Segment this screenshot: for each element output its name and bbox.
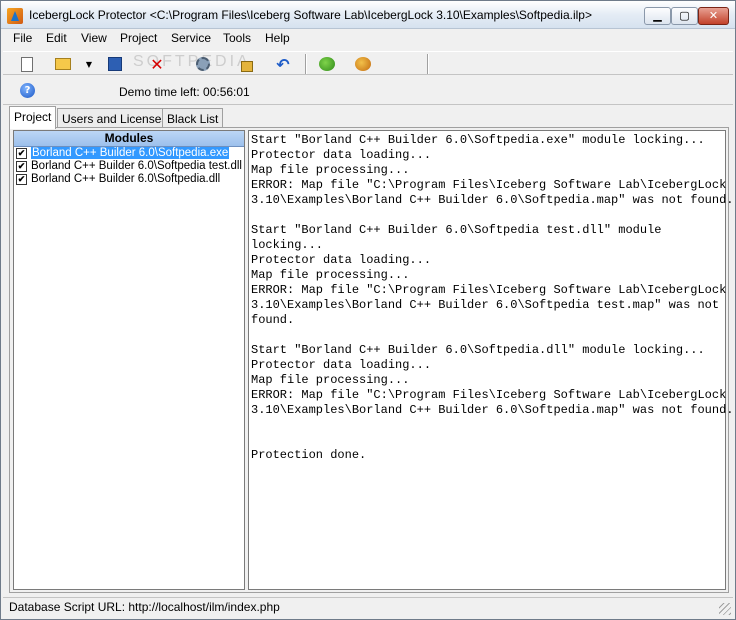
log-line: Map file processing...	[251, 373, 410, 387]
log-line: Protector data loading...	[251, 253, 432, 267]
title-bar[interactable]: IcebergLock Protector <C:\Program Files\…	[1, 1, 735, 29]
demo-time-label: Demo time left: 00:56:01	[119, 85, 250, 99]
log-line: 3.10\Examples\Borland C++ Builder 6.0\So…	[251, 193, 734, 207]
tab-black-list[interactable]: Black List	[162, 108, 224, 128]
settings-icon	[196, 57, 210, 71]
new-button[interactable]	[17, 54, 37, 74]
dropdown-arrow-icon: ▼	[85, 59, 93, 69]
tab-project[interactable]: Project	[9, 106, 57, 129]
maximize-button[interactable]: ▢	[671, 7, 698, 25]
undo-button[interactable]: ↶	[273, 54, 293, 74]
main-window: IcebergLock Protector <C:\Program Files\…	[0, 0, 736, 620]
resize-grip-icon[interactable]	[719, 603, 731, 615]
open-dropdown-button[interactable]: ▼	[79, 54, 99, 74]
iceberg-app-icon[interactable]	[7, 8, 23, 24]
log-line: ERROR: Map file "C:\Program Files\Iceber…	[251, 388, 727, 402]
list-item[interactable]: ✔ Borland C++ Builder 6.0\Softpedia.dll	[14, 173, 244, 186]
menu-file[interactable]: File	[13, 31, 32, 45]
log-line: ERROR: Map file "C:\Program Files\Iceber…	[251, 283, 727, 297]
menu-service[interactable]: Service	[171, 31, 211, 45]
modules-list[interactable]: Modules ✔ Borland C++ Builder 6.0\Softped…	[13, 130, 245, 590]
module-label: Borland C++ Builder 6.0\Softpedia.exe	[31, 147, 230, 159]
log-line: Map file processing...	[251, 163, 410, 177]
help-icon[interactable]: ?	[20, 83, 35, 98]
window-title: IcebergLock Protector <C:\Program Files\…	[29, 8, 592, 22]
log-line: found.	[251, 313, 295, 327]
save-button[interactable]	[105, 54, 125, 74]
log-line: Protection done.	[251, 448, 367, 462]
modules-header[interactable]: Modules	[14, 131, 244, 147]
toolbar-separator	[305, 54, 307, 74]
menu-edit[interactable]: Edit	[46, 31, 67, 45]
log-line: Protector data loading...	[251, 358, 432, 372]
module-label: Borland C++ Builder 6.0\Softpedia.dll	[31, 173, 221, 185]
status-text: Database Script URL: http://localhost/il…	[9, 600, 280, 614]
log-line: ERROR: Map file "C:\Program Files\Iceber…	[251, 178, 727, 192]
module-label: Borland C++ Builder 6.0\Softpedia test.d…	[31, 160, 242, 172]
open-button[interactable]	[53, 54, 73, 74]
info-bar: ? Demo time left: 00:56:01	[3, 77, 733, 105]
log-line: 3.10\Examples\Borland C++ Builder 6.0\So…	[251, 403, 734, 417]
module-checkbox[interactable]: ✔	[16, 174, 27, 185]
log-line: Map file processing...	[251, 268, 410, 282]
settings-button[interactable]	[193, 54, 213, 74]
network-disconnect-icon	[355, 57, 371, 71]
status-bar: Database Script URL: http://localhost/il…	[3, 597, 733, 617]
log-line: Start "Borland C++ Builder 6.0\Softpedia…	[251, 223, 662, 237]
module-checkbox[interactable]: ✔	[16, 148, 27, 159]
log-line: 3.10\Examples\Borland C++ Builder 6.0\So…	[251, 298, 720, 312]
open-folder-icon	[55, 58, 71, 70]
log-line: Start "Borland C++ Builder 6.0\Softpedia…	[251, 343, 705, 357]
menu-view[interactable]: View	[81, 31, 107, 45]
list-item[interactable]: ✔ Borland C++ Builder 6.0\Softpedia.exe	[14, 147, 244, 160]
delete-icon: ✕	[150, 54, 164, 74]
new-icon	[21, 56, 33, 72]
menu-help[interactable]: Help	[265, 31, 290, 45]
lock-button[interactable]	[237, 54, 257, 74]
connect-button[interactable]	[317, 54, 337, 74]
delete-button[interactable]: ✕	[147, 54, 167, 74]
undo-icon: ↶	[276, 54, 290, 74]
disconnect-button[interactable]	[353, 54, 373, 74]
log-line: Start "Borland C++ Builder 6.0\Softpedia…	[251, 133, 705, 147]
menu-project[interactable]: Project	[120, 31, 157, 45]
save-icon	[108, 57, 122, 71]
network-icon	[319, 57, 335, 71]
log-output[interactable]: Start "Borland C++ Builder 6.0\Softpedia…	[248, 130, 734, 590]
tab-users-and-licenses[interactable]: Users and Licenses	[57, 108, 173, 128]
list-item[interactable]: ✔ Borland C++ Builder 6.0\Softpedia test.…	[14, 160, 244, 173]
project-tab-panel: Modules ✔ Borland C++ Builder 6.0\Softped…	[9, 127, 734, 593]
menu-bar: File Edit View Project Service Tools Hel…	[1, 29, 735, 49]
lock-icon	[241, 60, 253, 72]
toolbar-separator	[427, 54, 429, 74]
log-line: locking...	[251, 238, 324, 252]
module-checkbox[interactable]: ✔	[16, 161, 27, 172]
menu-tools[interactable]: Tools	[223, 31, 251, 45]
close-button[interactable]: ✕	[698, 7, 729, 25]
toolbar: SOFTPEDIA ▼ ✕ ↶	[3, 51, 733, 75]
log-line: Protector data loading...	[251, 148, 432, 162]
minimize-button[interactable]: ▁	[644, 7, 671, 25]
